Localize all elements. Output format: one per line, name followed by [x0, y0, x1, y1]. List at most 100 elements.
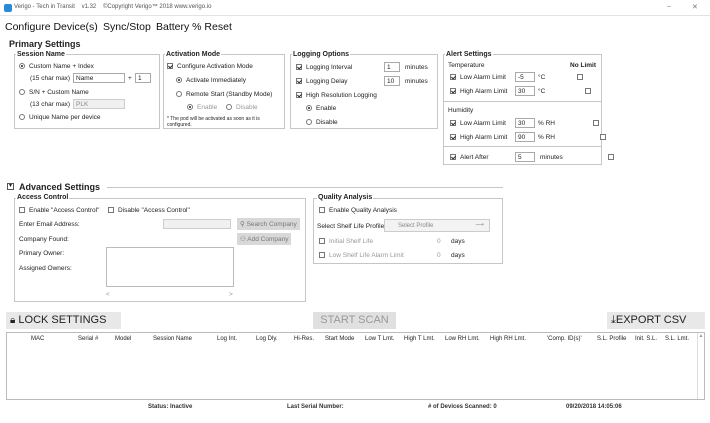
custom-index-radio[interactable]	[19, 63, 25, 70]
alert-after-checkbox[interactable]	[450, 154, 456, 161]
close-button[interactable]: ✕	[692, 3, 698, 11]
remote-start-option[interactable]: Remote Start (Standby Mode)	[176, 91, 272, 98]
table-scrollbar[interactable]: ▲	[697, 333, 704, 399]
logging-delay-option[interactable]: Logging Delay	[296, 78, 348, 85]
alert-after-option[interactable]: Alert After	[450, 154, 489, 161]
column-header[interactable]: High RH Lmt.	[490, 336, 526, 342]
activate-immediately-radio[interactable]	[176, 77, 182, 84]
unique-name-option[interactable]: Unique Name per device	[19, 114, 101, 121]
column-header[interactable]: S.L. Profile	[597, 336, 626, 342]
scroll-left-icon[interactable]: <	[106, 291, 110, 298]
remote-disable-option[interactable]: Disable	[226, 104, 258, 111]
disable-access-option[interactable]: Disable "Access Control"	[108, 207, 190, 214]
search-icon: ⚲	[240, 221, 247, 228]
remote-enable-option[interactable]: Enable	[187, 104, 217, 111]
configure-activation-checkbox[interactable]	[167, 63, 173, 70]
disable-access-checkbox[interactable]	[108, 207, 114, 214]
high-temp-option[interactable]: High Alarm Limit	[450, 88, 507, 95]
column-header[interactable]: Serial #	[78, 336, 98, 342]
logging-interval-checkbox[interactable]	[296, 64, 302, 71]
low-rh-nolimit-checkbox[interactable]	[592, 120, 599, 127]
logging-interval-input[interactable]: 1	[384, 62, 400, 72]
high-rh-nolimit-checkbox[interactable]	[600, 134, 607, 141]
temperature-label: Temperature	[448, 62, 485, 69]
column-header[interactable]: High T Lmt.	[404, 336, 435, 342]
sn-custom-radio[interactable]	[19, 89, 25, 96]
logging-delay-input[interactable]: 10	[384, 76, 400, 86]
low-rh-input[interactable]: 30	[515, 118, 535, 128]
index-input[interactable]: 1	[135, 73, 151, 83]
high-temp-checkbox[interactable]	[450, 88, 456, 95]
configure-activation-option[interactable]: Configure Activation Mode	[167, 63, 253, 70]
column-header[interactable]: S.L. Lmt.	[665, 336, 689, 342]
alert-after-input[interactable]: 5	[515, 152, 535, 162]
column-header[interactable]: 'Comp. ID(s)'	[547, 336, 582, 342]
low-temp-nolimit-checkbox[interactable]	[577, 74, 583, 81]
remote-start-radio[interactable]	[176, 91, 182, 98]
scroll-right-icon[interactable]: >	[229, 291, 233, 298]
high-res-disable-option[interactable]: Disable	[306, 119, 338, 126]
menu-battery-reset[interactable]: Battery % Reset	[156, 21, 232, 33]
lock-settings-button[interactable]: 🔒︎ LOCK SETTINGS	[6, 312, 121, 329]
low-temp-option[interactable]: Low Alarm Limit	[450, 74, 506, 81]
shelf-profile-select[interactable]: Select Profile ⟶	[384, 219, 490, 232]
column-header[interactable]: Session Name	[153, 336, 192, 342]
export-csv-button[interactable]: ⤓EXPORT CSV	[607, 312, 705, 329]
column-header[interactable]: Log Dly.	[256, 336, 278, 342]
high-temp-nolimit-checkbox[interactable]	[584, 88, 591, 95]
scroll-up-icon[interactable]: ▲	[699, 333, 704, 339]
low-temp-input[interactable]: -5	[515, 72, 535, 82]
enable-quality-checkbox[interactable]	[319, 207, 325, 214]
column-header[interactable]: Log Int.	[217, 336, 237, 342]
sn-custom-option[interactable]: S/N + Custom Name	[19, 89, 89, 96]
initial-shelf-checkbox[interactable]	[319, 238, 325, 245]
add-company-button[interactable]: ⚇ Add Company	[237, 233, 292, 245]
high-res-disable-radio[interactable]	[306, 119, 312, 126]
alert-after-nolimit-checkbox[interactable]	[608, 154, 615, 161]
menu-configure-devices[interactable]: Configure Device(s)	[5, 21, 98, 33]
menu-bar: Configure Device(s) Sync/Stop Battery % …	[0, 17, 710, 37]
minimize-button[interactable]: –	[667, 3, 671, 10]
initial-shelf-option[interactable]: Initial Shelf Life	[319, 238, 373, 245]
unique-name-radio[interactable]	[19, 114, 25, 121]
enable-access-option[interactable]: Enable "Access Control"	[19, 207, 99, 214]
activate-immediately-option[interactable]: Activate Immediately	[176, 77, 246, 84]
column-header[interactable]: Model	[115, 336, 131, 342]
high-rh-input[interactable]: 90	[515, 132, 535, 142]
high-res-enable-radio[interactable]	[306, 105, 312, 112]
collapse-toggle-icon[interactable]: ▾	[7, 183, 14, 190]
sn-name-input[interactable]: PLK	[73, 99, 125, 109]
logging-interval-option[interactable]: Logging Interval	[296, 64, 352, 71]
high-res-checkbox[interactable]	[296, 92, 302, 99]
assigned-owners-list[interactable]	[106, 247, 234, 287]
column-header[interactable]: MAC	[31, 336, 44, 342]
low-temp-checkbox[interactable]	[450, 74, 456, 81]
column-header[interactable]: Low T Lmt.	[365, 336, 394, 342]
low-rh-checkbox[interactable]	[450, 120, 456, 127]
low-rh-option[interactable]: Low Alarm Limit	[450, 120, 506, 127]
remote-enable-radio[interactable]	[187, 104, 193, 111]
email-input[interactable]	[163, 219, 231, 229]
low-shelf-checkbox[interactable]	[319, 252, 325, 259]
column-header[interactable]: Hi-Res.	[294, 336, 314, 342]
high-res-enable-option[interactable]: Enable	[306, 105, 336, 112]
custom-name-input[interactable]: Name	[73, 73, 125, 83]
low-shelf-option[interactable]: Low Shelf Life Alarm Limit	[319, 252, 404, 259]
high-temp-unit: °C	[538, 88, 546, 95]
custom-index-option[interactable]: Custom Name + Index	[19, 63, 94, 70]
enable-access-checkbox[interactable]	[19, 207, 25, 214]
high-rh-option[interactable]: High Alarm Limit	[450, 134, 507, 141]
column-header[interactable]: Start Mode	[325, 336, 354, 342]
column-header[interactable]: Init. S.L.	[635, 336, 657, 342]
quality-analysis-title: Quality Analysis	[317, 194, 374, 201]
search-company-button[interactable]: ⚲ Search Company	[237, 218, 300, 230]
menu-sync-stop[interactable]: Sync/Stop	[103, 21, 151, 33]
high-res-option[interactable]: High Resolution Logging	[296, 92, 377, 99]
column-header[interactable]: Low RH Lmt.	[445, 336, 480, 342]
high-rh-checkbox[interactable]	[450, 134, 456, 141]
logging-delay-checkbox[interactable]	[296, 78, 302, 85]
high-temp-input[interactable]: 30	[515, 86, 535, 96]
start-scan-button[interactable]: START SCAN	[313, 312, 396, 329]
enable-quality-option[interactable]: Enable Quality Analysis	[319, 207, 397, 214]
remote-disable-radio[interactable]	[226, 104, 232, 111]
